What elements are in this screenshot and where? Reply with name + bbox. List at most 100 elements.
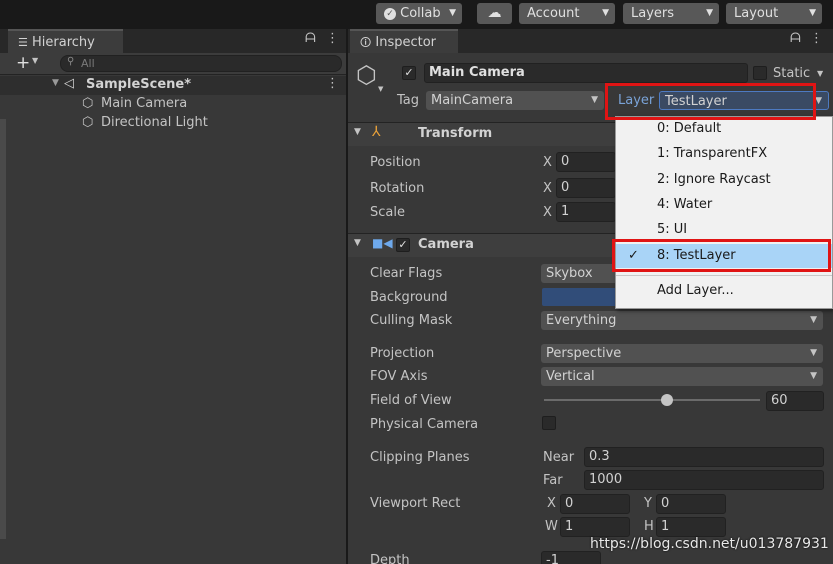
toolbar: ✓ Collab ▼ ☁ Account ▼ Layers ▼ Layout ▼ (0, 0, 833, 28)
cloud-button[interactable]: ☁ (477, 3, 512, 24)
lock-icon[interactable]: ᗩ (305, 31, 316, 46)
collapse-arrow-icon[interactable]: ▼ (354, 127, 361, 137)
add-icon[interactable]: + (16, 53, 30, 73)
static-checkbox[interactable] (753, 66, 767, 80)
far-label: Far (543, 473, 563, 488)
clear-flags-value: Skybox (546, 266, 593, 281)
fov-slider-track[interactable] (544, 399, 760, 401)
rotation-x-input[interactable]: 0 (556, 178, 616, 198)
highlight-box (612, 239, 831, 272)
fov-axis-label: FOV Axis (370, 369, 428, 384)
depth-label: Depth (370, 553, 410, 564)
layer-menu-item[interactable]: 0: Default (616, 117, 832, 141)
viewport-x-input[interactable]: 0 (560, 494, 630, 514)
camera-icon: ■◀ (372, 236, 393, 250)
account-label: Account (527, 6, 580, 21)
chevron-down-icon: ▼ (591, 95, 598, 105)
depth-input[interactable]: -1 (541, 551, 601, 564)
layer-menu-item[interactable]: 1: TransparentFX (616, 142, 832, 166)
layer-menu-item-label: 5: UI (657, 222, 688, 237)
unity-scene-icon: ◁ (64, 76, 74, 91)
collapse-arrow-icon[interactable]: ▼ (52, 78, 59, 88)
position-label: Position (370, 155, 421, 170)
h-label: H (644, 519, 654, 534)
projection-value: Perspective (546, 346, 622, 361)
layer-menu-item[interactable]: 4: Water (616, 193, 832, 217)
scene-menu-icon[interactable]: ⋮ (326, 76, 339, 91)
layout-dropdown[interactable]: Layout ▼ (726, 3, 822, 24)
fov-input[interactable]: 60 (766, 391, 824, 411)
more-menu-icon[interactable]: ⋮ (810, 31, 823, 46)
search-icon: ⚲ (67, 56, 75, 67)
culling-mask-value: Everything (546, 313, 617, 328)
layer-menu-item[interactable]: 2: Ignore Raycast (616, 168, 832, 192)
viewport-w-input[interactable]: 1 (560, 517, 630, 537)
clear-flags-label: Clear Flags (370, 266, 443, 281)
tab-hierarchy[interactable]: ☰ Hierarchy (8, 29, 123, 53)
scene-row[interactable]: ▼ ◁ SampleScene* ⋮ (0, 76, 346, 95)
tag-value: MainCamera (431, 93, 514, 108)
inspector-tab-label: Inspector (375, 35, 437, 50)
chevron-down-icon[interactable]: ▼ (817, 69, 823, 78)
hierarchy-item[interactable]: ⬡ Main Camera (0, 95, 346, 114)
layout-label: Layout (734, 6, 779, 21)
fov-axis-value: Vertical (546, 369, 595, 384)
menu-divider (616, 275, 832, 276)
account-dropdown[interactable]: Account ▼ (519, 3, 615, 24)
scale-x-input[interactable]: 1 (556, 202, 616, 222)
hierarchy-item[interactable]: ⬡ Directional Light (0, 114, 346, 133)
layers-dropdown[interactable]: Layers ▼ (623, 3, 719, 24)
viewport-rect-label: Viewport Rect (370, 496, 461, 511)
position-x-input[interactable]: 0 (556, 152, 616, 172)
chevron-down-icon: ▼ (810, 371, 817, 381)
background-color-swatch[interactable] (542, 288, 622, 306)
projection-label: Projection (370, 346, 435, 361)
culling-mask-label: Culling Mask (370, 313, 453, 328)
fov-slider-thumb[interactable] (661, 394, 674, 406)
hierarchy-item-label: Directional Light (101, 115, 208, 130)
lock-icon[interactable]: ᗩ (790, 31, 801, 46)
x-axis-label: X (543, 205, 552, 220)
field-of-view-label: Field of View (370, 393, 452, 408)
collab-label: Collab (400, 6, 441, 21)
fov-axis-dropdown[interactable]: Vertical ▼ (541, 367, 823, 386)
layer-dropdown-menu: 0: Default 1: TransparentFX 2: Ignore Ra… (615, 116, 833, 309)
camera-enabled-checkbox[interactable]: ✓ (396, 238, 410, 252)
culling-mask-dropdown[interactable]: Everything ▼ (541, 311, 823, 330)
clear-flags-dropdown[interactable]: Skybox (541, 264, 621, 283)
hierarchy-search-input[interactable]: ⚲ All (60, 55, 342, 72)
hierarchy-tab-label: Hierarchy (32, 35, 95, 50)
collab-button[interactable]: ✓ Collab ▼ (376, 3, 462, 24)
chevron-down-icon: ▼ (602, 8, 609, 18)
chevron-down-icon[interactable]: ▼ (32, 56, 38, 65)
active-checkbox[interactable]: ✓ (402, 66, 416, 80)
tag-dropdown[interactable]: MainCamera ▼ (426, 91, 604, 110)
collapse-arrow-icon[interactable]: ▼ (354, 238, 361, 248)
viewport-y-input[interactable]: 0 (656, 494, 726, 514)
projection-dropdown[interactable]: Perspective ▼ (541, 344, 823, 363)
chevron-down-icon: ▼ (815, 96, 822, 106)
far-input[interactable]: 1000 (584, 470, 824, 490)
gameobject-cube-icon[interactable]: ⬡ (356, 63, 377, 87)
near-input[interactable]: 0.3 (584, 447, 824, 467)
x-axis-label: X (547, 496, 556, 511)
chevron-down-icon[interactable]: ▼ (378, 85, 383, 93)
physical-camera-checkbox[interactable] (542, 416, 556, 430)
list-icon: ☰ (18, 36, 28, 49)
layers-label: Layers (631, 6, 675, 21)
chevron-down-icon: ▼ (706, 8, 713, 18)
search-placeholder: All (81, 57, 95, 70)
gameobject-cube-icon: ⬡ (82, 96, 94, 111)
chevron-down-icon: ▼ (810, 348, 817, 358)
static-label: Static (773, 66, 811, 81)
object-name-input[interactable]: Main Camera (424, 63, 748, 83)
info-icon: 🛈 (360, 36, 372, 49)
viewport-h-input[interactable]: 1 (656, 517, 726, 537)
add-layer-item[interactable]: Add Layer... (616, 279, 832, 303)
transform-axes-icon: ⅄ (372, 124, 381, 140)
near-label: Near (543, 450, 575, 465)
tag-label: Tag (397, 93, 420, 108)
more-menu-icon[interactable]: ⋮ (326, 31, 339, 46)
tab-inspector[interactable]: 🛈 Inspector (350, 29, 458, 53)
chevron-down-icon: ▼ (809, 8, 816, 18)
